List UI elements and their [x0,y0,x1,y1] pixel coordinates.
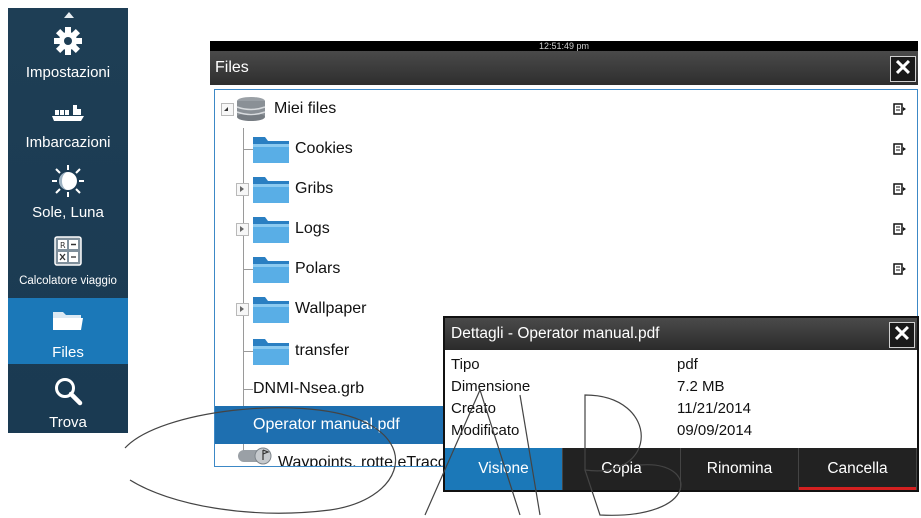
details-titlebar: Dettagli - Operator manual.pdf ✕ [445,318,917,350]
cancella-button[interactable]: Cancella [799,448,917,490]
sidebar: Impostazioni Imbarcazioni Sole, Luna R C… [8,8,128,433]
copia-button[interactable]: Copia [563,448,681,490]
item-menu-icon[interactable] [893,222,907,236]
sidebar-item-files[interactable]: Files [8,298,128,364]
folder-icon [252,335,290,372]
property-name: Tipo [451,356,480,373]
property-value: 11/21/2014 [677,400,751,417]
sidebar-item-label: Trova [49,414,87,431]
item-menu-icon[interactable] [893,102,907,116]
collapse-icon[interactable] [221,103,234,116]
item-menu-icon[interactable] [893,142,907,156]
close-icon: ✕ [892,321,912,346]
details-title: Dettagli - Operator manual.pdf [451,325,660,342]
svg-text:R: R [60,241,66,250]
details-dialog: Dettagli - Operator manual.pdf ✕ Tipo pd… [443,316,919,492]
folder-icon [252,173,290,210]
tree-item-operator-manual[interactable]: Operator manual.pdf [215,406,445,444]
tree-item-cookies[interactable]: Cookies [215,130,917,168]
tree-item-logs[interactable]: Logs [215,210,917,248]
tree-item-label: Operator manual.pdf [253,416,400,433]
sidebar-item-impostazioni[interactable]: Impostazioni [8,18,128,84]
property-name: Modificato [451,422,520,439]
files-titlebar: Files ✕ [210,51,918,85]
gear-icon [8,24,128,58]
tree-item-miei-files[interactable]: Miei files [215,90,917,128]
tree-item-polars[interactable]: Polars [215,250,917,288]
expand-icon[interactable] [236,183,249,196]
sidebar-item-imbarcazioni[interactable]: Imbarcazioni [8,88,128,154]
storage-icon [235,95,267,128]
expand-icon[interactable] [236,223,249,236]
item-menu-icon[interactable] [893,262,907,276]
details-actions: Visione Copia Rinomina Cancella [445,448,917,490]
tree-item-gribs[interactable]: Gribs [215,170,917,208]
property-name: Creato [451,400,497,417]
sidebar-item-calcolatore-viaggio[interactable]: R Calcolatore viaggio [8,228,128,294]
sidebar-item-sole-luna[interactable]: Sole, Luna [8,158,128,224]
folder-icon [252,213,290,250]
expand-icon[interactable] [236,303,249,316]
item-menu-icon[interactable] [893,182,907,196]
tree-item-label: Waypoints, rotte eTracce [278,454,455,467]
tree-item-label: Polars [295,260,341,277]
clock: 12:51:49 pm [210,41,918,51]
close-button[interactable]: ✕ [890,56,916,82]
tree-item-label: Wallpaper [295,300,367,317]
database-icon [237,446,273,466]
folder-icon [8,304,128,338]
tree-item-label: transfer [295,342,350,359]
folder-icon [252,133,290,170]
search-icon [8,374,128,408]
sidebar-item-label: Files [52,344,84,361]
visione-button[interactable]: Visione [445,448,563,490]
tree-line [243,389,253,390]
sidebar-item-trova[interactable]: Trova [8,368,128,434]
sidebar-item-label: Calcolatore viaggio [19,275,117,287]
property-name: Dimensione [451,378,531,395]
vessel-icon [8,94,128,128]
tree-item-label: Miei files [274,100,337,117]
sidebar-item-label: Imbarcazioni [25,134,111,151]
tree-item-label: Logs [295,220,330,237]
property-value: 09/09/2014 [677,422,753,439]
sidebar-item-label: Sole, Luna [32,204,104,221]
close-icon: ✕ [893,55,913,80]
calculator-icon: R [8,234,128,268]
details-close-button[interactable]: ✕ [889,322,915,348]
tree-item-label: DNMI-Nsea.grb [253,380,365,397]
folder-icon [252,293,290,330]
sidebar-item-label: Impostazioni [25,64,111,81]
window-title: Files [215,59,249,76]
property-value: 7.2 MB [677,378,725,395]
tree-item-label: Cookies [295,140,353,157]
property-value: pdf [677,356,698,373]
sun-moon-icon [8,164,128,198]
rinomina-button[interactable]: Rinomina [681,448,799,490]
tree-item-label: Gribs [295,180,334,197]
folder-icon [252,253,290,290]
